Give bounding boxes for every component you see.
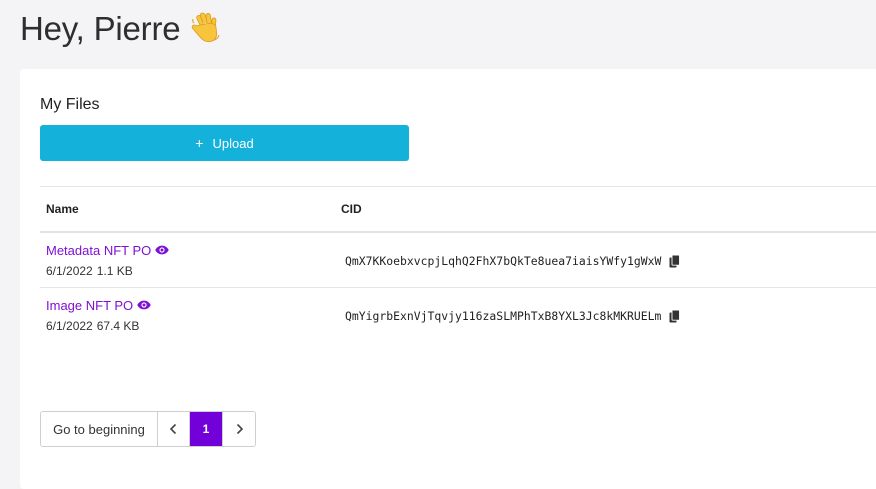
plus-icon: + [195,135,204,151]
next-page-button[interactable] [223,412,255,446]
file-link[interactable]: Metadata NFT PO [46,243,336,258]
previous-page-button[interactable] [158,412,190,446]
file-date: 6/1/2022 [46,263,93,278]
file-meta: 6/1/2022 67.4 KB [46,319,336,333]
column-header-cid: CID [341,202,362,216]
pagination: Go to beginning 1 [40,411,256,447]
table-header: Name CID [40,187,876,231]
waving-hand-icon [192,12,220,43]
greeting-text: Hey, Pierre [20,10,181,47]
file-name: Metadata NFT PO [46,242,152,258]
page-1-button[interactable]: 1 [190,412,223,446]
file-name-cell: Image NFT PO 6/1/2022 67.4 KB [40,298,336,333]
cid-value: QmX7KKoebxvcpjLqhQ2FhX7bQkTe8uea7iaisYWf… [345,254,662,268]
file-name: Image NFT PO [46,297,134,313]
file-name-cell: Metadata NFT PO 6/1/2022 1.1 KB [40,243,336,278]
upload-button[interactable]: + Upload [40,125,409,161]
table-row: Metadata NFT PO 6/1/2022 1.1 KB QmX7KKoe… [40,233,876,287]
eye-icon[interactable] [155,245,169,255]
cid-cell: QmYigrbExnVjTqvjy116zaSLMPhTxB8YXL3Jc8kM… [336,307,681,323]
file-meta: 6/1/2022 1.1 KB [46,264,336,278]
chevron-right-icon [236,423,243,435]
cid-value: QmYigrbExnVjTqvjy116zaSLMPhTxB8YXL3Jc8kM… [345,309,662,323]
table-row: Image NFT PO 6/1/2022 67.4 KB QmYigrbExn… [40,288,876,342]
files-table: Name CID Metadata NFT PO 6/1/2022 1.1 KB [40,186,876,342]
copy-icon[interactable] [669,254,681,268]
column-header-name: Name [46,202,79,216]
chevron-left-icon [169,423,177,435]
greeting-heading: Hey, Pierre [20,10,224,48]
my-files-title: My Files [40,96,100,113]
file-size: 1.1 KB [96,263,133,278]
go-to-beginning-button[interactable]: Go to beginning [41,412,158,446]
copy-icon[interactable] [669,309,681,323]
file-size: 67.4 KB [96,318,140,333]
file-date: 6/1/2022 [46,318,93,333]
file-link[interactable]: Image NFT PO [46,298,336,313]
my-files-card: My Files + Upload Name CID Metadata NFT … [20,69,876,489]
upload-label: Upload [212,135,254,151]
cid-cell: QmX7KKoebxvcpjLqhQ2FhX7bQkTe8uea7iaisYWf… [336,252,681,268]
eye-icon[interactable] [137,300,151,310]
